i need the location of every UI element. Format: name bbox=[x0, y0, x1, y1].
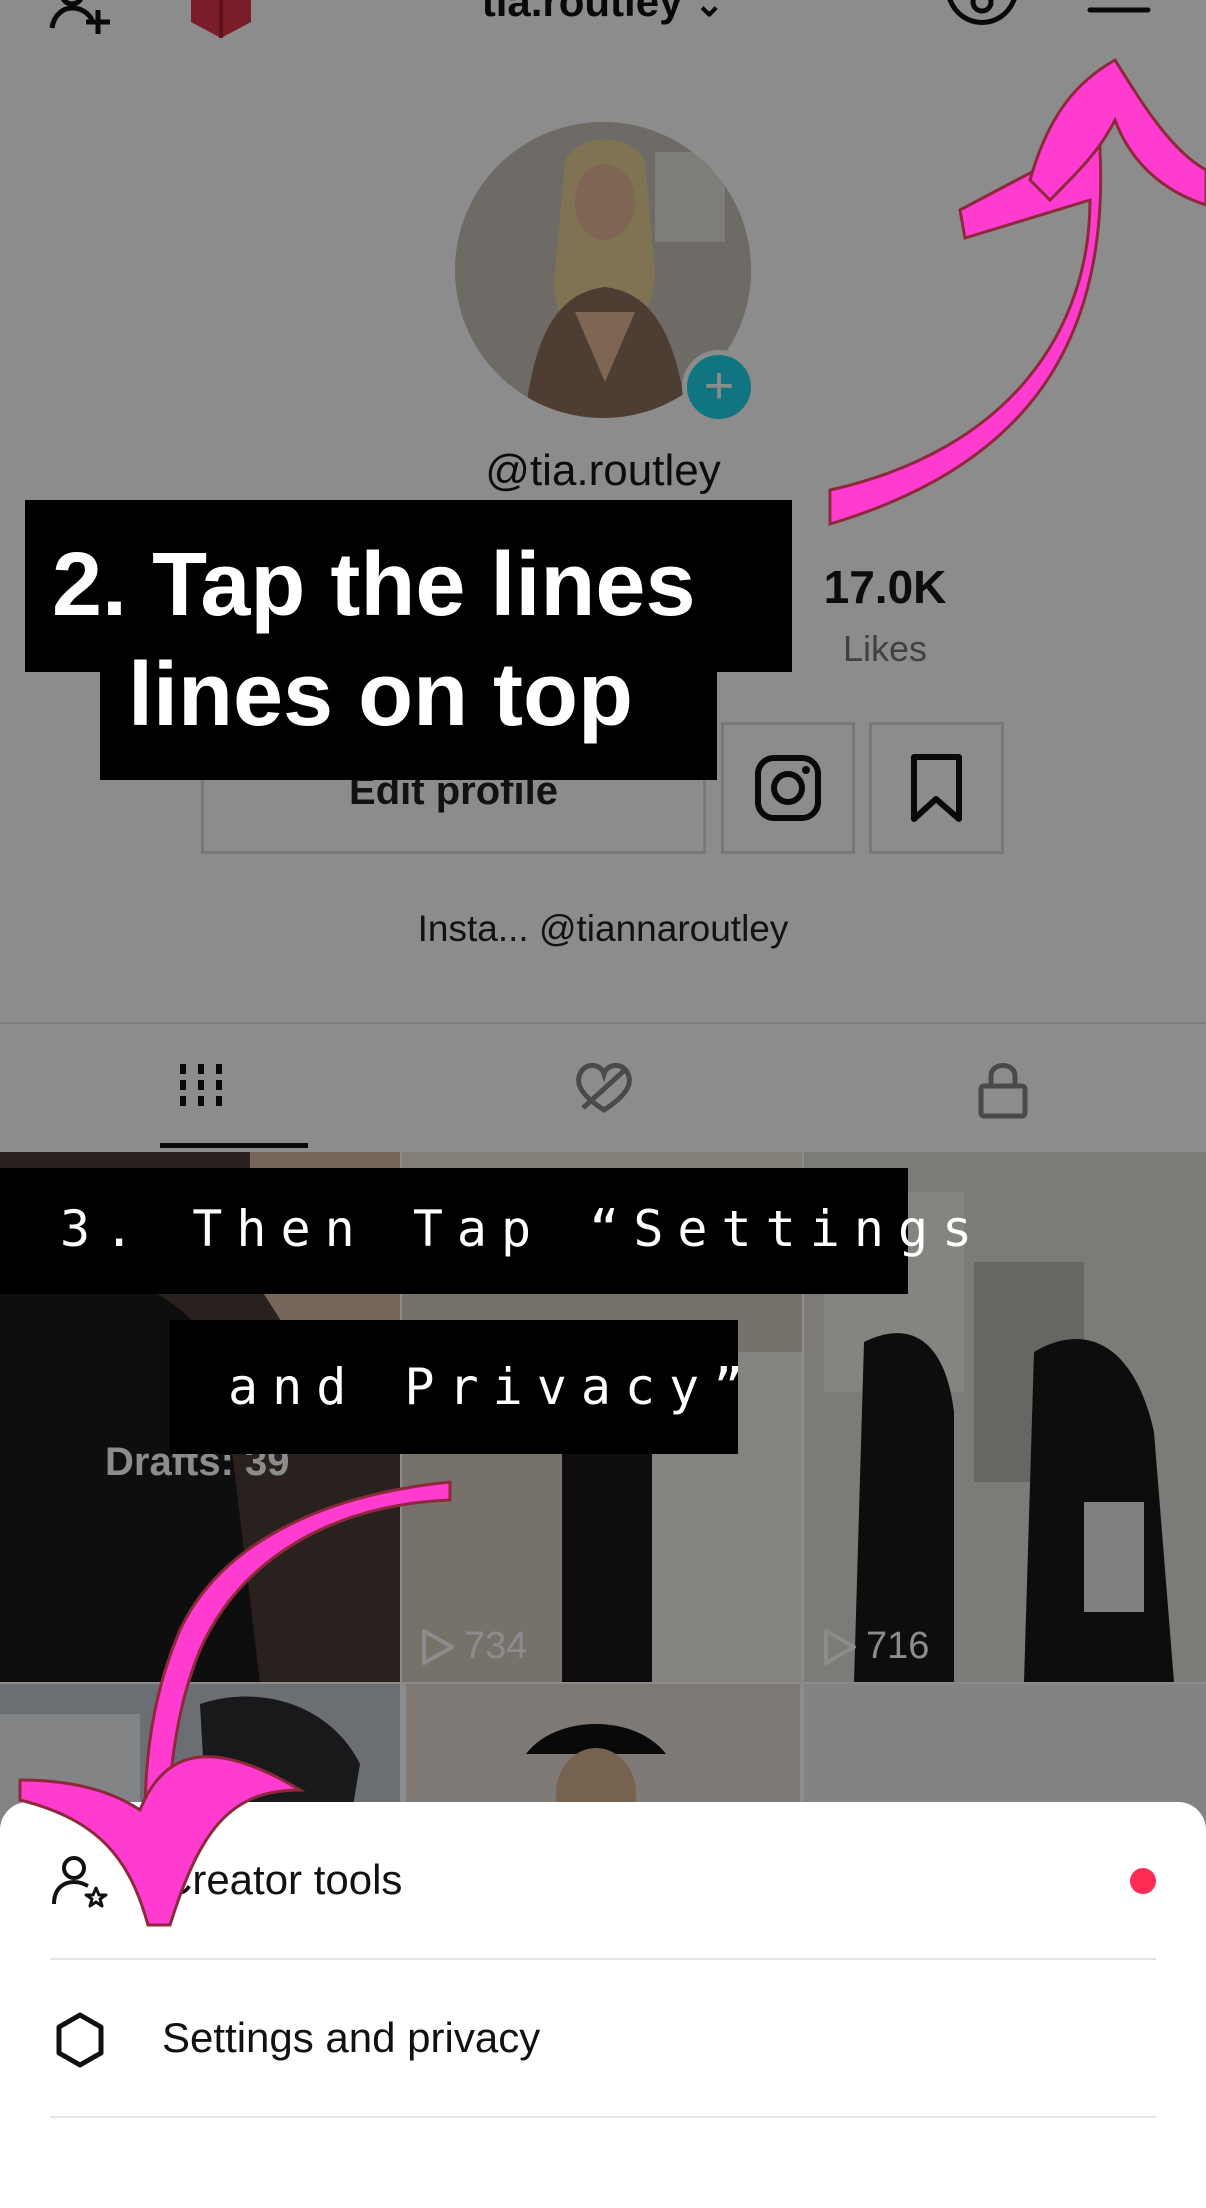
bottom-sheet-menu: Creator tools Settings and privacy bbox=[0, 1802, 1206, 2208]
menu-item-creator-tools[interactable]: Creator tools bbox=[50, 1802, 1156, 1960]
tutorial-caption-step2-line1: 2. Tap the lines bbox=[52, 535, 696, 635]
notification-dot bbox=[1130, 1868, 1156, 1894]
menu-item-label: Settings and privacy bbox=[162, 2014, 541, 2061]
tutorial-caption-step2-line2: lines on top bbox=[128, 645, 633, 745]
creator-tools-icon bbox=[52, 1856, 108, 1908]
menu-item-settings-and-privacy[interactable]: Settings and privacy bbox=[50, 1960, 1156, 2118]
tutorial-caption-step3-line1: 3. Then Tap “Settings bbox=[60, 1200, 987, 1258]
menu-item-label: Creator tools bbox=[162, 1856, 403, 1903]
profile-screen: tia.routley ⌄ + @tia.routley 17.0K Likes… bbox=[0, 0, 1206, 2208]
tutorial-caption-step3-line2: and Privacy” bbox=[228, 1358, 758, 1416]
gear-icon bbox=[56, 2012, 104, 2068]
